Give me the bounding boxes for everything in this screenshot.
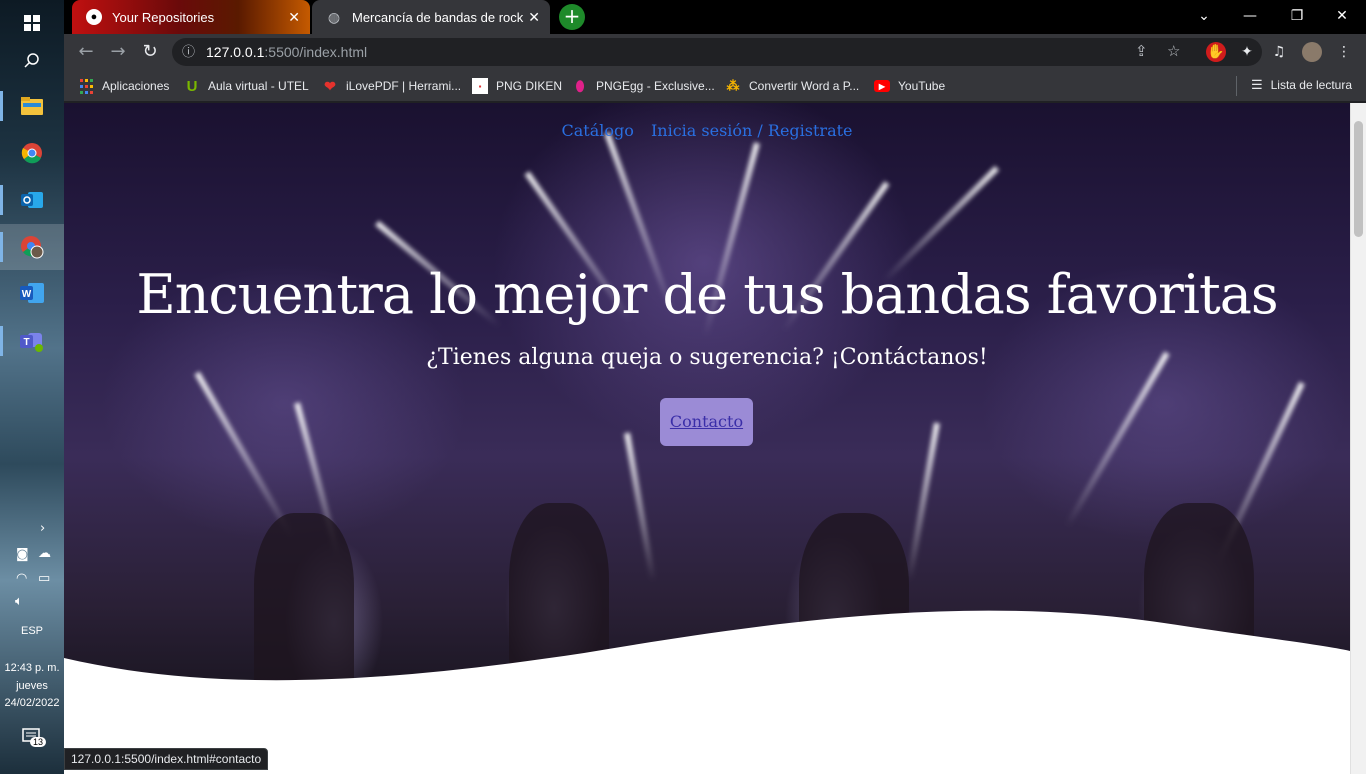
svg-text:T: T [23,337,29,348]
search-icon [24,53,39,68]
clock-time: 12:43 p. m. [4,662,60,674]
reading-list-button[interactable]: ☰ Lista de lectura [1251,77,1352,93]
volume-icon[interactable]: 🔈︎ [15,594,23,609]
plus-icon: + [563,4,581,28]
nav-login-link[interactable]: Inicia sesión / Registrate [651,121,853,140]
address-bar[interactable]: ⓘ 127.0.0.1:5500/index.html ⇪ ☆ [172,38,1262,66]
ilovepdf-icon: ❤ [324,77,336,94]
bookmark-label: PNGEgg - Exclusive... [596,79,715,93]
teams-button[interactable]: T [0,318,64,364]
clock-day: jueves [16,680,48,692]
wifi-icon[interactable]: ◠ [16,571,27,586]
bookmark-label: YouTube [898,79,946,93]
adblock-extension-icon[interactable]: ✋ [1206,42,1226,62]
tab-close-icon[interactable]: ✕ [288,9,300,26]
menu-kebab-icon[interactable]: ⋮ [1334,42,1354,62]
meet-now-icon[interactable]: ◙ [16,547,29,562]
chrome-icon [21,143,42,164]
github-icon: ● [86,9,102,25]
tab-strip: ● Your Repositories ✕ ◍ Mercancía de ban… [64,0,1366,34]
word-button[interactable]: W [0,270,64,316]
bookmark-youtube[interactable]: ▶ YouTube [874,77,945,95]
page-viewport: Catálogo Inicia sesión / Registrate Encu… [64,103,1366,774]
tab-your-repositories[interactable]: ● Your Repositories ✕ [72,0,310,34]
bookmark-star-icon[interactable]: ☆ [1167,38,1180,66]
windows-taskbar: W T › ◙ ☁ ◠ ▭ 🔈︎ ESP 12:43 p. m. jueves … [0,0,64,774]
bookmark-aplicaciones[interactable]: Aplicaciones [78,77,169,95]
close-window-button[interactable]: ✕ [1330,4,1354,28]
url-host: 127.0.0.1 [206,44,265,60]
page-scrollbar[interactable] [1350,103,1366,774]
tab-close-icon[interactable]: ✕ [528,9,540,26]
globe-icon: ◍ [327,8,341,25]
apps-grid-icon [78,78,94,94]
input-language[interactable]: ESP [0,625,64,637]
chrome-profile-icon [21,236,44,259]
extensions-puzzle-icon[interactable]: ✦ [1237,42,1257,62]
clock-date: 24/02/2022 [4,697,60,709]
bookmark-png-diken[interactable]: ▪ PNG DIKEN [472,77,562,95]
contacto-button[interactable]: Contacto [660,398,753,446]
share-icon[interactable]: ⇪ [1135,38,1148,66]
word-icon: W [20,283,44,303]
bookmark-label: Convertir Word a P... [749,79,860,93]
bookmark-aula-virtual[interactable]: U Aula virtual - UTEL [184,77,309,95]
utel-icon: U [186,77,198,95]
link-status-bar: 127.0.0.1:5500/index.html#contacto [64,748,269,770]
url-text: 127.0.0.1:5500/index.html [206,38,367,66]
browser-window: ● Your Repositories ✕ ◍ Mercancía de ban… [64,0,1366,774]
hero-wave-divider [64,610,1350,774]
bookmarks-bar: Aplicaciones U Aula virtual - UTEL ❤ iLo… [64,70,1366,102]
battery-icon[interactable]: ▭ [38,571,50,586]
nav-catalogo-link[interactable]: Catálogo [561,121,633,140]
bookmark-ilovepdf[interactable]: ❤ iLovePDF | Herrami... [322,77,461,95]
notification-center-button[interactable]: 13 [22,728,47,748]
site-info-icon[interactable]: ⓘ [182,38,200,66]
file-explorer-button[interactable] [0,83,64,129]
reading-list-label: Lista de lectura [1270,78,1352,92]
chrome-profile-button[interactable] [0,224,64,270]
bookmark-pngegg[interactable]: ⬮ PNGEgg - Exclusive... [572,77,715,95]
bookmark-label: iLovePDF | Herrami... [346,79,462,93]
pngdiken-icon: ▪ [472,78,488,94]
teams-icon: T [20,333,43,352]
reading-list-icon: ☰ [1250,77,1263,92]
forward-arrow-icon[interactable]: → [106,40,130,64]
svg-text:W: W [22,289,32,300]
chrome-taskbar-button[interactable] [0,130,64,176]
tab-search-chevron-icon[interactable]: ⌄ [1192,4,1216,28]
onedrive-cloud-icon[interactable]: ☁ [38,546,51,561]
pngegg-icon: ⬮ [575,77,585,94]
file-explorer-icon [21,97,43,115]
back-arrow-icon[interactable]: ← [74,40,98,64]
tab-title: Mercancía de bandas de rock [352,9,524,25]
windows-logo-icon [24,15,40,31]
outlook-button[interactable] [0,177,64,223]
bookmarks-separator [1236,76,1237,96]
browser-toolbar: ← → ↻ ⓘ 127.0.0.1:5500/index.html ⇪ ☆ ✋ … [64,34,1366,70]
hero-headline: Encuentra lo mejor de tus bandas favorit… [136,263,1278,326]
show-hidden-icons-chevron-icon[interactable]: › [40,521,45,536]
bookmark-label: Aplicaciones [102,79,170,93]
restore-button[interactable]: ❐ [1285,4,1309,28]
minimize-button[interactable]: — [1238,4,1262,28]
media-control-icon[interactable]: ♫ [1269,42,1289,62]
bookmark-label: Aula virtual - UTEL [208,79,309,93]
notification-count-badge: 13 [30,737,47,747]
scrollbar-thumb[interactable] [1354,121,1363,237]
convert-icon: ⁂ [726,78,740,93]
search-button[interactable] [0,38,64,84]
bookmark-label: PNG DIKEN [496,79,563,93]
tab-title: Your Repositories [112,9,215,25]
tab-mercancia[interactable]: ◍ Mercancía de bandas de rock ✕ [312,0,550,34]
new-tab-button[interactable]: + [559,4,585,30]
youtube-icon: ▶ [874,80,890,92]
profile-avatar[interactable] [1302,42,1322,62]
outlook-icon [21,192,43,208]
bookmark-convertir-word[interactable]: ⁂ Convertir Word a P... [725,77,860,95]
reload-icon[interactable]: ↻ [138,40,162,64]
url-path: :5500/index.html [264,44,368,60]
site-nav: Catálogo Inicia sesión / Registrate [64,121,1350,140]
hero-subheadline: ¿Tienes alguna queja o sugerencia? ¡Cont… [426,345,988,370]
